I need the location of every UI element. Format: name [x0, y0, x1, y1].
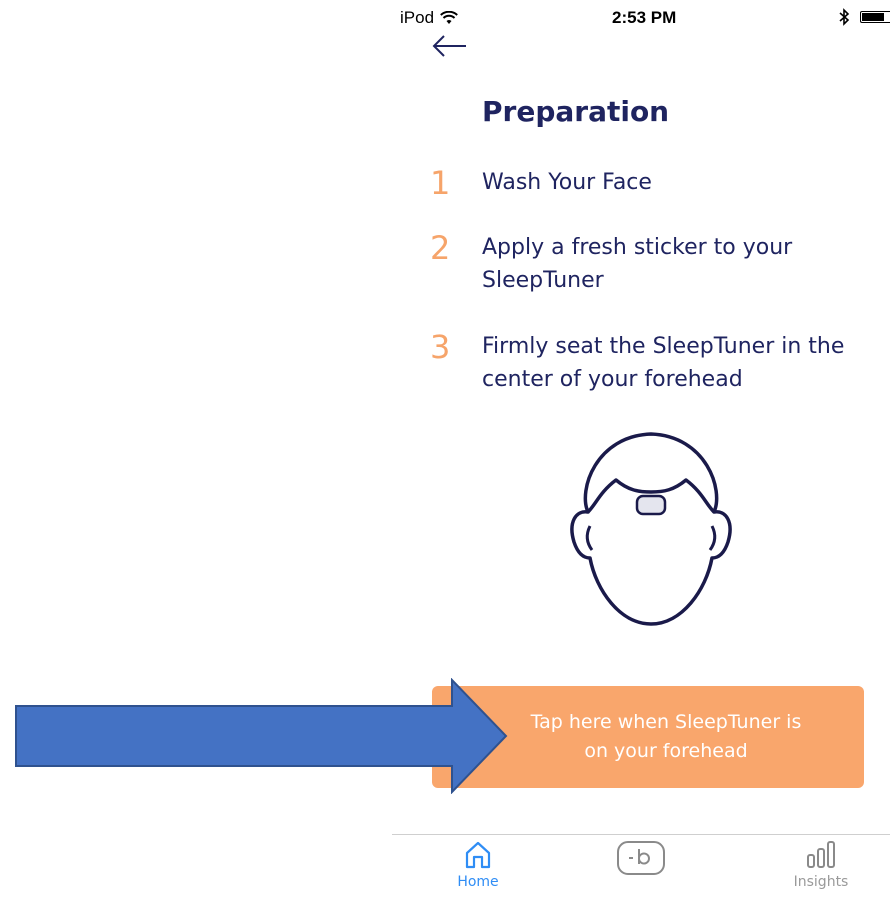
tab-insights-label: Insights [793, 874, 849, 890]
tab-home[interactable]: Home [448, 839, 508, 890]
back-button[interactable] [430, 30, 470, 64]
tab-home-label: Home [457, 874, 499, 890]
status-bar: iPod 2:53 PM [392, 0, 890, 34]
annotation-arrow-icon [15, 678, 508, 794]
status-time: 2:53 PM [612, 8, 677, 27]
screen: iPod 2:53 PM Preparation 1 Wash Your Fac… [0, 0, 890, 897]
bluetooth-icon [839, 8, 850, 26]
sleeptuner-device-icon [617, 841, 665, 875]
battery-icon [860, 11, 890, 23]
status-left: iPod [400, 8, 458, 28]
tab-insights[interactable]: Insights [786, 839, 856, 890]
bar-chart-icon [807, 841, 835, 868]
carrier-label: iPod [400, 8, 435, 27]
wifi-icon [440, 11, 458, 24]
step-text: Firmly seat the SleepTuner in the center… [482, 334, 845, 392]
step-text: Apply a fresh sticker to your SleepTuner [482, 235, 793, 293]
step-number: 3 [430, 328, 451, 366]
head-with-device-icon [570, 432, 732, 626]
step-text: Wash Your Face [482, 170, 652, 195]
tab-bar: Home Insights [392, 834, 890, 897]
status-right [838, 8, 890, 26]
arrow-left-icon [432, 35, 466, 57]
tab-device[interactable] [614, 839, 668, 877]
page-title: Preparation [482, 95, 670, 128]
home-icon [465, 841, 491, 869]
step-number: 1 [430, 164, 451, 202]
step-number: 2 [430, 229, 451, 267]
sleeptuner-ready-label: Tap here when SleepTuner is on your fore… [530, 711, 802, 762]
